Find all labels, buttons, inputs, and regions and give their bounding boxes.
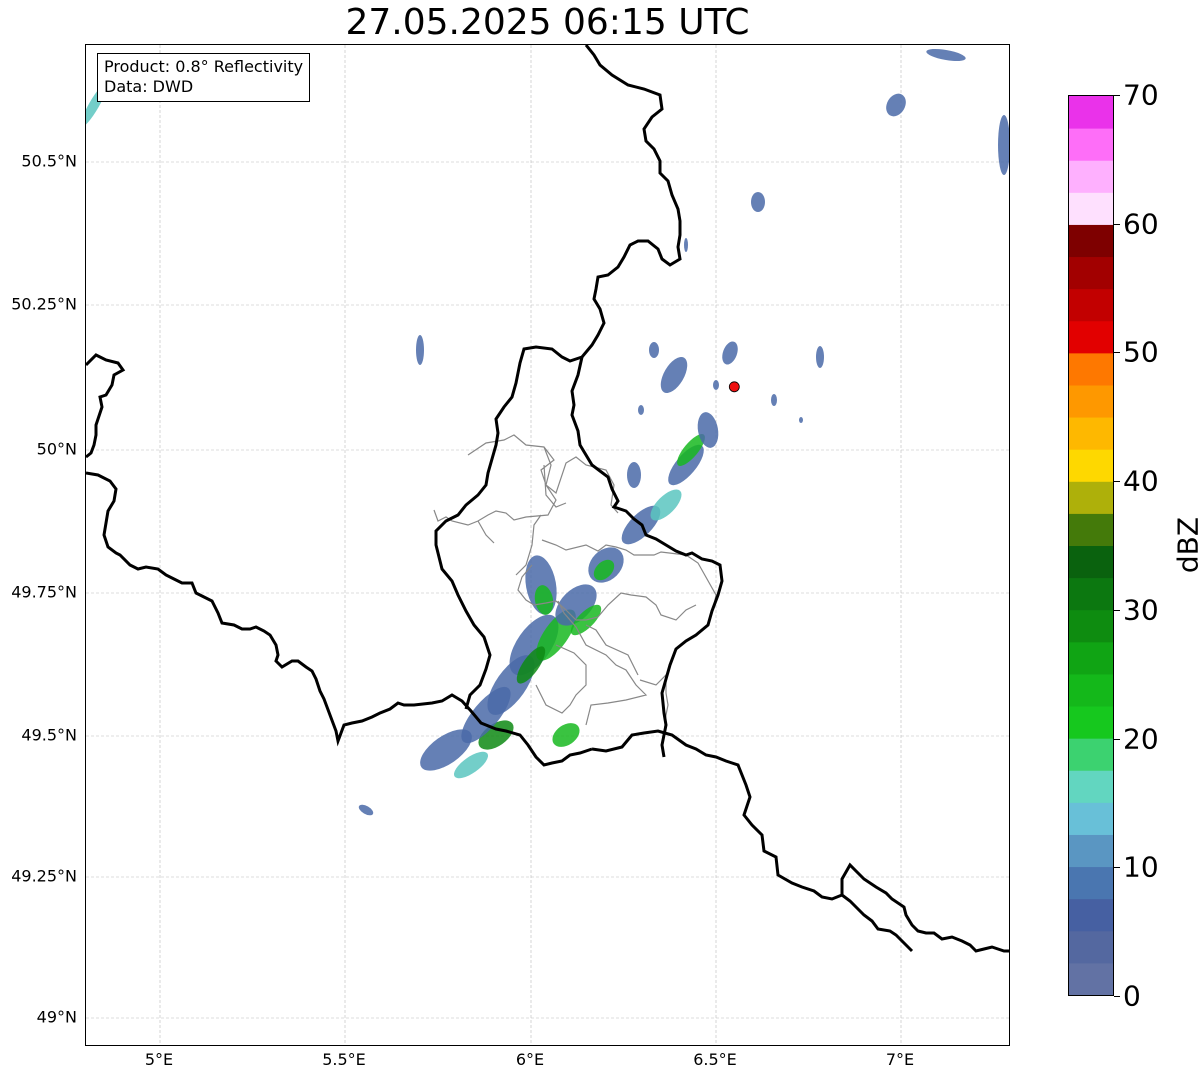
- map-panel: [85, 44, 1010, 1046]
- lat-label: 49.75°N: [11, 582, 77, 602]
- colorbar-swatch: [1069, 898, 1113, 932]
- lat-label: 49°N: [36, 1007, 77, 1027]
- figure-title: 27.05.2025 06:15 UTC: [345, 2, 750, 43]
- lon-label: 6.5°E: [693, 1050, 737, 1069]
- radar-site-dot: [728, 381, 740, 393]
- colorbar-swatch: [1069, 609, 1113, 643]
- colorbar-tick-label: 10: [1123, 850, 1159, 884]
- colorbar-tick-mark: [1114, 481, 1120, 483]
- colorbar-swatch: [1069, 417, 1113, 450]
- echo-cell: [998, 115, 1009, 175]
- colorbar-tick-label: 20: [1123, 722, 1159, 756]
- colorbar-swatch: [1069, 577, 1113, 611]
- colorbar-title: dBZ: [1171, 516, 1202, 574]
- national-border-de-fr-2: [841, 893, 914, 953]
- product-label: Product: 0.8° Reflectivity: [104, 57, 304, 76]
- echo-cell: [771, 394, 777, 406]
- lat-label: 49.25°N: [11, 866, 77, 886]
- lon-label: 5°E: [144, 1050, 174, 1069]
- radar-figure: 27.05.2025 06:15 UTC Product: 0.8° Refle…: [0, 0, 1202, 1081]
- info-box: Product: 0.8° Reflectivity Data: DWD: [97, 53, 311, 102]
- colorbar-tick-mark: [1114, 609, 1120, 611]
- national-border-de-fr: [591, 729, 1009, 953]
- colorbar-swatches: [1069, 96, 1113, 996]
- lat-label: 50°N: [36, 439, 77, 459]
- colorbar-swatch: [1069, 224, 1113, 258]
- lon-label: 5.5°E: [322, 1050, 366, 1069]
- echo-cell: [684, 238, 688, 252]
- colorbar-swatch: [1069, 352, 1113, 386]
- colorbar-tick-label: 30: [1123, 593, 1159, 627]
- colorbar-swatch: [1069, 641, 1113, 675]
- colorbar-tick-label: 40: [1123, 464, 1159, 498]
- radar-site-marker: [728, 381, 740, 393]
- colorbar-swatch: [1069, 449, 1113, 482]
- colorbar-swatch: [1069, 802, 1113, 835]
- national-border-be-fr: [86, 471, 593, 767]
- colorbar-tick-mark: [1114, 996, 1120, 997]
- echo-cell: [552, 723, 580, 747]
- echo-cell: [358, 804, 374, 816]
- colorbar-swatch: [1069, 962, 1113, 996]
- colorbar-swatch: [1069, 866, 1113, 900]
- echo-cell: [722, 341, 738, 365]
- colorbar-swatch: [1069, 192, 1113, 225]
- echo-cell: [751, 192, 765, 212]
- gridlines: [86, 45, 1009, 1045]
- colorbar-swatch: [1069, 770, 1113, 803]
- data-source-label: Data: DWD: [104, 77, 194, 96]
- echo-cell: [416, 335, 424, 365]
- echo-cell: [660, 356, 688, 394]
- echo-cell: [649, 342, 659, 358]
- lon-label: 7°E: [885, 1050, 915, 1069]
- colorbar-swatch: [1069, 96, 1113, 129]
- colorbar-tick-label: 60: [1123, 207, 1159, 241]
- colorbar-swatch: [1069, 288, 1113, 322]
- colorbar-swatch: [1069, 256, 1113, 290]
- colorbar-swatch: [1069, 545, 1113, 579]
- colorbar-swatch: [1069, 706, 1113, 739]
- colorbar-tick-mark: [1114, 223, 1120, 225]
- colorbar-tick-label: 70: [1123, 78, 1159, 112]
- colorbar-tick-label: 0: [1123, 979, 1141, 1013]
- lat-label: 50.5°N: [21, 151, 77, 171]
- colorbar-swatch: [1069, 738, 1113, 771]
- echo-cell: [627, 462, 641, 488]
- colorbar-tick-mark: [1114, 738, 1120, 740]
- colorbar-swatch: [1069, 384, 1113, 418]
- colorbar-tick-label: 50: [1123, 335, 1159, 369]
- lon-label: 6°E: [515, 1050, 545, 1069]
- colorbar-swatch: [1069, 930, 1113, 964]
- lat-label: 49.5°N: [21, 725, 77, 745]
- national-border-west: [86, 353, 126, 459]
- echo-cell: [713, 380, 719, 390]
- colorbar-swatch: [1069, 320, 1113, 354]
- colorbar-swatch: [1069, 481, 1113, 514]
- colorbar-tick-mark: [1114, 867, 1120, 869]
- colorbar-swatch: [1069, 128, 1113, 161]
- colorbar-swatch: [1069, 160, 1113, 193]
- colorbar-swatch: [1069, 673, 1113, 707]
- colorbar-tick-mark: [1114, 95, 1120, 96]
- echo-cell: [799, 417, 803, 423]
- colorbar-tick-mark: [1114, 352, 1120, 354]
- echo-cell: [638, 405, 644, 415]
- echo-cell: [816, 346, 824, 368]
- colorbar-swatch: [1069, 834, 1113, 868]
- lat-label: 50.25°N: [11, 294, 77, 314]
- echo-cell: [926, 48, 966, 62]
- echo-cell: [886, 93, 906, 117]
- map-canvas: [86, 45, 1009, 1045]
- boundaries: [86, 45, 1009, 953]
- colorbar: [1068, 95, 1114, 996]
- colorbar-swatch: [1069, 513, 1113, 546]
